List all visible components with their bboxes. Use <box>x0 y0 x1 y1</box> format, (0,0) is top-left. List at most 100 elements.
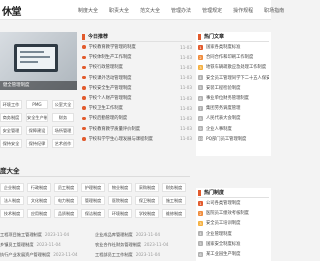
category-item[interactable]: 保卫制度 <box>135 196 159 205</box>
link-title[interactable]: 工程部员工工作制度 <box>95 252 133 257</box>
category-item[interactable]: 应用制度 <box>27 209 51 218</box>
item-title[interactable]: 学校教育教学质量评价制度 <box>89 126 179 132</box>
tag-item[interactable]: 保持安全 <box>0 139 22 148</box>
tag-item[interactable]: 安全生产制度 <box>26 113 48 122</box>
tag-item[interactable]: 保持纪律 <box>26 139 48 148</box>
item-title[interactable]: 国家安全制度标准 <box>206 241 269 247</box>
item-title[interactable]: 安全员工培训制度 <box>206 220 269 226</box>
list-item[interactable]: 4 企业管理制度 <box>198 229 269 239</box>
link-title[interactable]: 企业成品库管理制度 <box>95 232 133 237</box>
list-item[interactable]: 学校卫生工作制度 11-03 <box>82 103 192 113</box>
item-title[interactable]: 安全员工管理同学下二十五人保安员 <box>206 75 269 81</box>
list-item[interactable]: 10 PQ部门员工管理制度 <box>198 134 269 144</box>
tag-item[interactable]: 环境工作 <box>0 100 22 109</box>
item-title[interactable]: 医院员工绩效考核制度 <box>206 210 269 216</box>
article-link[interactable]: 企业成品库管理制度 2023-11-04 <box>95 232 160 238</box>
item-title[interactable]: 公司各类管理制度 <box>206 200 269 206</box>
item-title[interactable]: 学校个人财产管理制度 <box>89 95 179 101</box>
tag-item[interactable]: 安全管理 <box>0 126 22 135</box>
item-title[interactable]: PQ部门员工管理制度 <box>206 136 269 142</box>
category-item[interactable]: 管理制度 <box>81 196 105 205</box>
list-item[interactable]: 学校课外活动管理制度 11-03 <box>82 73 192 83</box>
category-item[interactable]: 员工制度 <box>54 183 78 192</box>
tag-item[interactable]: 公室大全 <box>52 100 74 109</box>
list-item[interactable]: 学校科学学生心理发展与课程制度 11-03 <box>82 134 192 144</box>
category-item[interactable]: 维修制度 <box>162 209 186 218</box>
nav-item[interactable]: 操作规程 <box>233 7 253 14</box>
link-title[interactable]: 乡镇员工管理制度 <box>0 242 34 247</box>
list-item[interactable]: 学校安全生产管理制度 11-03 <box>82 83 192 93</box>
article-link[interactable]: 工程项目施工管理制度 2023-11-04 <box>0 232 69 238</box>
link-title[interactable]: 工程项目施工管理制度 <box>0 232 42 237</box>
category-item[interactable]: 文化制度 <box>27 196 51 205</box>
tag-item[interactable]: 商务制度 <box>0 113 22 122</box>
category-item[interactable]: 环境制度 <box>108 209 132 218</box>
item-title[interactable]: 学校卫生工作制度 <box>89 105 179 111</box>
item-title[interactable]: 某工业园生产制度 <box>206 251 269 257</box>
article-link[interactable]: 工程部员工工作制度 2023-11-04 <box>95 252 160 258</box>
category-item[interactable]: 物业制度 <box>108 183 132 192</box>
item-title[interactable]: 学校后勤管理的制度 <box>89 115 179 121</box>
list-item[interactable]: 5 安装工程检验制度 <box>198 83 269 93</box>
tag-item[interactable]: PMG <box>26 100 48 109</box>
site-logo[interactable]: 休堂 <box>2 3 22 18</box>
list-item[interactable]: 5 国家安全制度标准 <box>198 239 269 249</box>
list-item[interactable]: 学校行政管理制度 11-03 <box>82 62 192 72</box>
list-item[interactable]: 6 某工业园生产制度 <box>198 249 269 259</box>
list-item[interactable]: 2 合同合作和印刷工作制度 <box>198 52 269 62</box>
list-item[interactable]: 学校教育教学管理的制度 11-03 <box>82 42 192 52</box>
category-item[interactable]: 施工制度 <box>162 196 186 205</box>
item-title[interactable]: 学校科学学生心理发展与课程制度 <box>89 136 179 142</box>
list-item[interactable]: 学校体制生产工作制度 11-03 <box>82 52 192 62</box>
category-item[interactable]: 学校制度 <box>135 209 159 218</box>
tag-item[interactable]: 艺术创作 <box>52 139 74 148</box>
list-item[interactable]: 7 集团劳务调度管理 <box>198 103 269 113</box>
item-title[interactable]: 学校课外活动管理制度 <box>89 75 179 81</box>
list-item[interactable]: 1 公司各类管理制度 <box>198 198 269 208</box>
category-item[interactable]: 法人制度 <box>0 196 24 205</box>
article-link[interactable]: 执行产业发展资产管理制度 2023-11-04 <box>0 252 78 258</box>
nav-item[interactable]: 职责大全 <box>109 7 129 14</box>
category-item[interactable]: 保洁制度 <box>81 209 105 218</box>
category-item[interactable]: 财务制度 <box>162 183 186 192</box>
tag-item[interactable]: 财务 <box>52 113 74 122</box>
item-title[interactable]: 国家各类制度标准 <box>206 44 269 50</box>
article-link[interactable]: 乡镇员工管理制度 2023-11-04 <box>0 242 61 248</box>
list-item[interactable]: 3 安全员工培训制度 <box>198 218 269 228</box>
item-title[interactable]: 集团劳务调度管理 <box>206 105 269 111</box>
article-link[interactable]: 农业合作社财务管理制度 2023-11-04 <box>95 242 168 248</box>
list-item[interactable]: 学校教育教学质量评价制度 11-03 <box>82 124 192 134</box>
category-item[interactable]: 技术制度 <box>0 209 24 218</box>
nav-item[interactable]: 职场指南 <box>264 7 284 14</box>
item-title[interactable]: 人民代表大会制度 <box>206 115 269 121</box>
category-item[interactable]: 行政制度 <box>27 183 51 192</box>
nav-item[interactable]: 管理规定 <box>202 7 222 14</box>
nav-item[interactable]: 制度大全 <box>78 7 98 14</box>
list-item[interactable]: 1 国家各类制度标准 <box>198 42 269 52</box>
list-item[interactable]: 2 医院员工绩效考核制度 <box>198 208 269 218</box>
list-item[interactable]: 6 事业单位财务管理制度 <box>198 93 269 103</box>
item-title[interactable]: 企业管理制度 <box>206 231 269 237</box>
category-item[interactable]: 电力制度 <box>54 196 78 205</box>
list-item[interactable]: 学校个人财产管理制度 11-03 <box>82 93 192 103</box>
item-title[interactable]: 事业单位财务管理制度 <box>206 95 269 101</box>
list-item[interactable]: 学校后勤管理的制度 11-03 <box>82 113 192 123</box>
item-title[interactable]: 学校教育教学管理的制度 <box>89 44 179 50</box>
tag-item[interactable]: 场所管理 <box>52 126 74 135</box>
item-title[interactable]: 学校体制生产工作制度 <box>89 54 179 60</box>
category-item[interactable]: 企业制度 <box>0 183 24 192</box>
list-item[interactable]: 3 地铁车辆疏散应急处理工作制度 <box>198 62 269 72</box>
category-item[interactable]: 品质制度 <box>54 209 78 218</box>
list-item[interactable]: 9 企业人事制度 <box>198 124 269 134</box>
item-title[interactable]: 企业人事制度 <box>206 126 269 132</box>
item-title[interactable]: 地铁车辆疏散应急处理工作制度 <box>206 64 269 70</box>
item-title[interactable]: 合同合作和印刷工作制度 <box>206 54 269 60</box>
list-item[interactable]: 8 人民代表大会制度 <box>198 113 269 123</box>
link-title[interactable]: 农业合作社财务管理制度 <box>95 242 141 247</box>
item-title[interactable]: 学校行政管理制度 <box>89 64 179 70</box>
nav-item[interactable]: 范文大全 <box>140 7 160 14</box>
category-item[interactable]: 采购制度 <box>135 183 159 192</box>
nav-item[interactable]: 管理办法 <box>171 7 191 14</box>
link-title[interactable]: 执行产业发展资产管理制度 <box>0 252 50 257</box>
category-item[interactable]: 医院制度 <box>108 196 132 205</box>
